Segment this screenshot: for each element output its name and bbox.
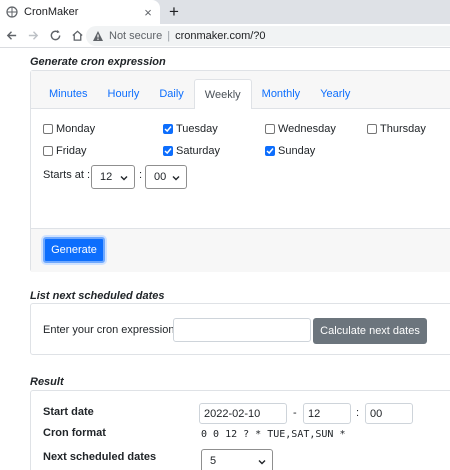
arrow-right-icon [28, 31, 38, 40]
day-sunday[interactable]: Sunday [265, 145, 315, 157]
checkbox[interactable] [265, 124, 275, 134]
day-label: Wednesday [278, 123, 336, 135]
reload-button[interactable] [44, 25, 66, 47]
checkmark-icon [164, 148, 172, 155]
generate-card-footer: Generate [31, 228, 450, 272]
generate-card-body: Monday Tuesday Wednesday Thursday Friday… [31, 109, 450, 228]
day-monday[interactable]: Monday [43, 123, 95, 135]
chevron-down-icon [120, 176, 128, 181]
tab-weekly[interactable]: Weekly [193, 79, 252, 110]
list-heading: List next scheduled dates [30, 290, 165, 302]
cron-format-label: Cron format [43, 427, 106, 439]
not-secure-label: Not secure [109, 30, 163, 42]
day-label: Tuesday [176, 123, 218, 135]
starts-at-label: Starts at : [43, 169, 91, 181]
checkmark-icon [266, 148, 274, 155]
day-label: Sunday [278, 145, 316, 157]
generate-card: Minutes Hourly Daily Weekly Monthly Year… [30, 70, 450, 272]
schedule-tabs: Minutes Hourly Daily Weekly Monthly Year… [39, 79, 360, 110]
day-saturday[interactable]: Saturday [163, 145, 220, 157]
start-date-input[interactable]: 2022-02-10 [199, 403, 287, 424]
address-separator: | [167, 30, 171, 42]
new-tab-button[interactable]: + [164, 0, 184, 24]
browser-tab-title: CronMaker [24, 6, 79, 18]
browser-tab[interactable]: CronMaker × [0, 0, 160, 24]
tab-hourly[interactable]: Hourly [98, 79, 150, 109]
globe-icon [6, 6, 18, 18]
close-tab-icon[interactable]: × [140, 5, 156, 20]
forward-button[interactable] [22, 25, 44, 47]
back-button[interactable] [0, 25, 22, 47]
minute-select[interactable]: 00 [145, 165, 187, 189]
minute-value: 00 [154, 171, 167, 183]
home-button[interactable] [66, 25, 88, 47]
date-time-dash: - [293, 407, 297, 419]
reload-icon [50, 29, 60, 41]
tab-yearly[interactable]: Yearly [310, 79, 360, 109]
home-icon [71, 30, 83, 41]
time-colon: : [139, 169, 143, 181]
day-label: Monday [56, 123, 96, 135]
list-card: Enter your cron expression Calculate nex… [30, 303, 450, 355]
start-date-label: Start date [43, 406, 94, 418]
day-thursday[interactable]: Thursday [367, 123, 426, 135]
day-tuesday[interactable]: Tuesday [163, 123, 218, 135]
checkbox[interactable] [163, 124, 173, 134]
checkbox[interactable] [265, 146, 275, 156]
chevron-down-icon [172, 176, 180, 181]
generate-card-header: Minutes Hourly Daily Weekly Monthly Year… [31, 71, 450, 110]
start-minute-input[interactable]: 00 [365, 403, 413, 424]
day-label: Saturday [176, 145, 221, 157]
day-friday[interactable]: Friday [43, 145, 87, 157]
cron-expression-input[interactable] [173, 318, 311, 342]
calculate-next-dates-button[interactable]: Calculate next dates [313, 318, 427, 344]
start-hour-input[interactable]: 12 [303, 403, 351, 424]
cron-format-value: 0 0 12 ? * TUE,SAT,SUN * [201, 429, 346, 440]
address-bar[interactable]: Not secure | cronmaker.com/?0 [86, 26, 450, 46]
warning-icon [93, 31, 103, 41]
result-time-colon: : [356, 407, 360, 419]
generate-button[interactable]: Generate [43, 237, 105, 263]
next-count-select[interactable]: 5 [201, 449, 273, 470]
day-wednesday[interactable]: Wednesday [265, 123, 336, 135]
browser-tabstrip: CronMaker × + [0, 0, 450, 24]
checkbox[interactable] [367, 124, 377, 134]
tab-minutes[interactable]: Minutes [39, 79, 98, 109]
next-count-value: 5 [210, 455, 217, 467]
generate-heading: Generate cron expression [30, 56, 166, 68]
arrow-left-icon [6, 31, 16, 40]
url-text: cronmaker.com/?0 [175, 30, 266, 42]
chevron-down-icon [258, 460, 266, 465]
day-label: Thursday [380, 123, 426, 135]
browser-toolbar: Not secure | cronmaker.com/?0 [0, 24, 450, 48]
checkbox[interactable] [43, 146, 53, 156]
day-label: Friday [56, 145, 87, 157]
result-card: Start date 2022-02-10 - 12 : 00 Cron for… [30, 390, 450, 470]
tab-monthly[interactable]: Monthly [252, 79, 311, 109]
hour-value: 12 [100, 171, 113, 183]
result-heading: Result [30, 376, 64, 388]
checkmark-icon [164, 126, 172, 133]
cron-expression-label: Enter your cron expression [43, 324, 175, 336]
tab-daily[interactable]: Daily [149, 79, 193, 109]
checkbox[interactable] [163, 146, 173, 156]
hour-select[interactable]: 12 [91, 165, 135, 189]
checkbox[interactable] [43, 124, 53, 134]
next-dates-label: Next scheduled dates [43, 451, 157, 463]
